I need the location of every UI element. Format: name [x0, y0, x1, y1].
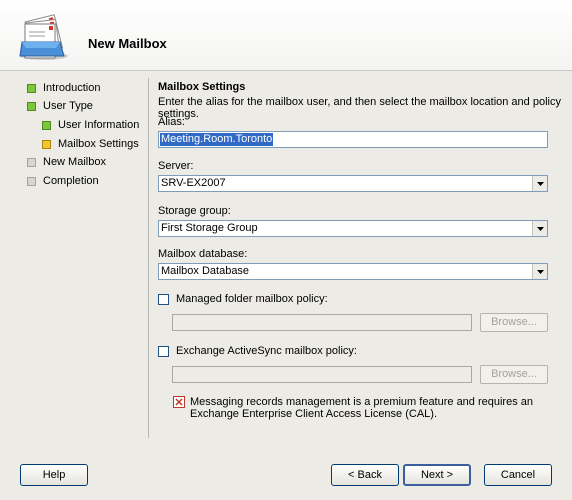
activesync-policy-input	[172, 366, 472, 383]
alias-value: Meeting.Room.Toronto	[160, 133, 274, 146]
dropdown-arrow-icon[interactable]	[532, 176, 547, 191]
nav-item-label: User Type	[43, 100, 93, 112]
mailbox-database-label: Mailbox database:	[158, 248, 248, 260]
mailbox-icon	[19, 14, 68, 60]
alias-label: Alias:	[158, 116, 185, 128]
storage-group-label: Storage group:	[158, 205, 231, 217]
managed-folder-policy-input	[172, 314, 472, 331]
server-value: SRV-EX2007	[161, 177, 226, 189]
nav-item-new-mailbox[interactable]: New Mailbox	[27, 154, 106, 170]
nav-item-introduction[interactable]: Introduction	[27, 80, 100, 96]
activesync-policy-checkbox-row[interactable]: Exchange ActiveSync mailbox policy:	[158, 345, 357, 357]
alias-input[interactable]: Meeting.Room.Toronto	[158, 131, 548, 148]
server-select[interactable]: SRV-EX2007	[158, 175, 548, 192]
wizard-header: New Mailbox	[0, 0, 572, 71]
current-step-icon	[42, 139, 51, 149]
dropdown-arrow-icon[interactable]	[532, 221, 547, 236]
section-description: Enter the alias for the mailbox user, an…	[158, 96, 561, 120]
completed-step-icon	[42, 120, 51, 130]
vertical-divider	[148, 78, 149, 438]
nav-item-label: Completion	[43, 175, 99, 187]
storage-group-value: First Storage Group	[161, 222, 258, 234]
managed-folder-policy-checkbox[interactable]	[158, 293, 169, 305]
nav-item-completion[interactable]: Completion	[27, 173, 99, 189]
info-icon	[173, 396, 185, 408]
dropdown-arrow-icon[interactable]	[532, 264, 547, 279]
managed-folder-browse-button[interactable]: Browse...	[480, 313, 548, 332]
section-title: Mailbox Settings	[158, 81, 246, 93]
nav-item-user-type[interactable]: User Type	[27, 98, 93, 114]
activesync-policy-checkbox[interactable]	[158, 345, 169, 357]
back-button[interactable]: < Back	[331, 464, 399, 486]
completed-step-icon	[27, 83, 36, 93]
completed-step-icon	[27, 101, 36, 111]
next-button[interactable]: Next >	[403, 464, 471, 486]
nav-item-user-information[interactable]: User Information	[42, 117, 139, 133]
nav-item-label: User Information	[58, 119, 140, 131]
mailbox-database-value: Mailbox Database	[161, 265, 250, 277]
nav-item-label: Mailbox Settings	[58, 138, 139, 150]
storage-group-select[interactable]: First Storage Group	[158, 220, 548, 237]
activesync-browse-button[interactable]: Browse...	[480, 365, 548, 384]
nav-item-mailbox-settings[interactable]: Mailbox Settings	[42, 136, 139, 152]
wizard-title: New Mailbox	[88, 36, 167, 51]
pending-step-icon	[27, 157, 36, 167]
server-label: Server:	[158, 160, 194, 172]
activesync-policy-label: Exchange ActiveSync mailbox policy:	[176, 345, 357, 357]
nav-item-label: New Mailbox	[43, 156, 106, 168]
help-button[interactable]: Help	[20, 464, 88, 486]
managed-folder-policy-label: Managed folder mailbox policy:	[176, 293, 328, 305]
cancel-button[interactable]: Cancel	[484, 464, 552, 486]
managed-folder-policy-checkbox-row[interactable]: Managed folder mailbox policy:	[158, 293, 328, 305]
mailbox-database-select[interactable]: Mailbox Database	[158, 263, 548, 280]
pending-step-icon	[27, 176, 36, 186]
cal-info-text: Messaging records management is a premiu…	[190, 396, 534, 420]
nav-item-label: Introduction	[43, 82, 101, 94]
